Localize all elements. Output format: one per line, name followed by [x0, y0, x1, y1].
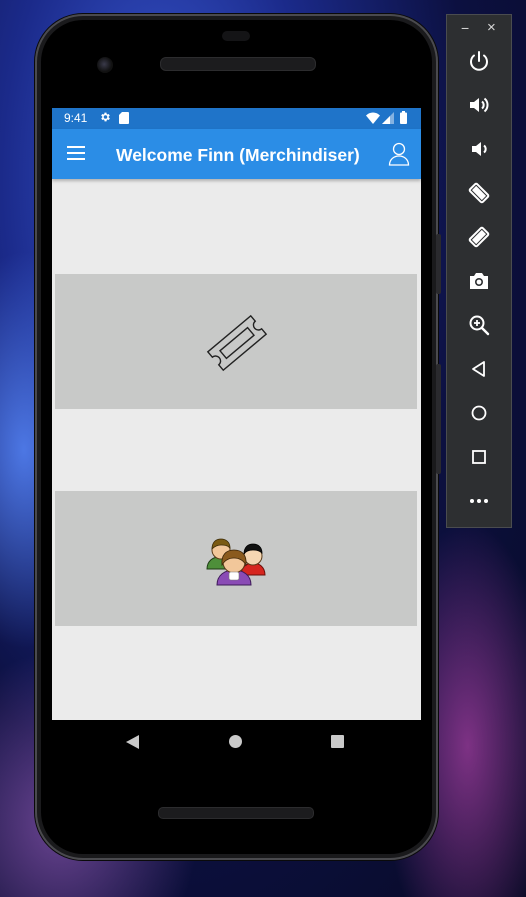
people-tile[interactable] — [55, 491, 417, 626]
sd-card-icon — [119, 112, 129, 124]
volume-up-icon — [470, 97, 489, 113]
emulator-back-button[interactable] — [467, 357, 491, 381]
wifi-icon — [366, 112, 380, 124]
bottom-speaker — [158, 807, 314, 819]
zoom-in-icon — [469, 315, 490, 336]
emulator-toolbar: − × — [446, 14, 512, 528]
power-side-button — [436, 234, 441, 294]
device-screen: 9:41 Welcome Finn (Merchindiser) — [52, 108, 421, 720]
camera-icon — [470, 273, 488, 289]
emulator-overview-button[interactable] — [467, 445, 491, 469]
ticket-icon — [206, 314, 268, 372]
home-circle-icon — [471, 405, 487, 421]
close-button[interactable]: × — [487, 19, 496, 36]
user-profile-icon[interactable] — [388, 142, 410, 166]
battery-icon — [400, 111, 407, 124]
status-bar: 9:41 — [52, 108, 421, 129]
power-icon — [470, 51, 488, 71]
volume-down-button[interactable] — [467, 137, 491, 161]
rotate-left-icon — [468, 182, 490, 204]
earpiece-speaker — [160, 57, 316, 71]
overview-square-icon — [472, 450, 486, 464]
app-bar: Welcome Finn (Merchindiser) — [52, 129, 421, 179]
power-button[interactable] — [467, 49, 491, 73]
rotate-left-button[interactable] — [467, 181, 491, 205]
screenshot-button[interactable] — [467, 269, 491, 293]
volume-up-button[interactable] — [467, 93, 491, 117]
minimize-button[interactable]: − — [461, 20, 469, 36]
rotate-right-button[interactable] — [467, 225, 491, 249]
tickets-tile[interactable] — [55, 274, 417, 409]
rotate-right-icon — [468, 226, 490, 248]
more-button[interactable] — [467, 489, 491, 513]
emulator-home-button[interactable] — [467, 401, 491, 425]
people-group-icon — [206, 538, 266, 586]
volume-side-button — [436, 364, 441, 474]
front-sensor — [222, 31, 250, 41]
nav-home-icon[interactable] — [229, 735, 242, 748]
hamburger-menu-icon[interactable] — [67, 146, 85, 160]
nav-back-icon[interactable] — [126, 735, 140, 749]
zoom-button[interactable] — [467, 313, 491, 337]
front-camera-icon — [97, 57, 113, 73]
page-title: Welcome Finn (Merchindiser) — [116, 145, 360, 165]
signal-icon — [382, 112, 394, 124]
nav-recents-icon[interactable] — [331, 735, 344, 748]
more-dots-icon — [470, 499, 488, 503]
settings-icon — [101, 112, 110, 122]
emulator-window-controls: − × — [447, 15, 511, 43]
status-time: 9:41 — [64, 111, 88, 125]
system-navigation-bar — [52, 720, 421, 764]
volume-down-icon — [472, 142, 487, 156]
back-triangle-icon — [472, 361, 485, 377]
